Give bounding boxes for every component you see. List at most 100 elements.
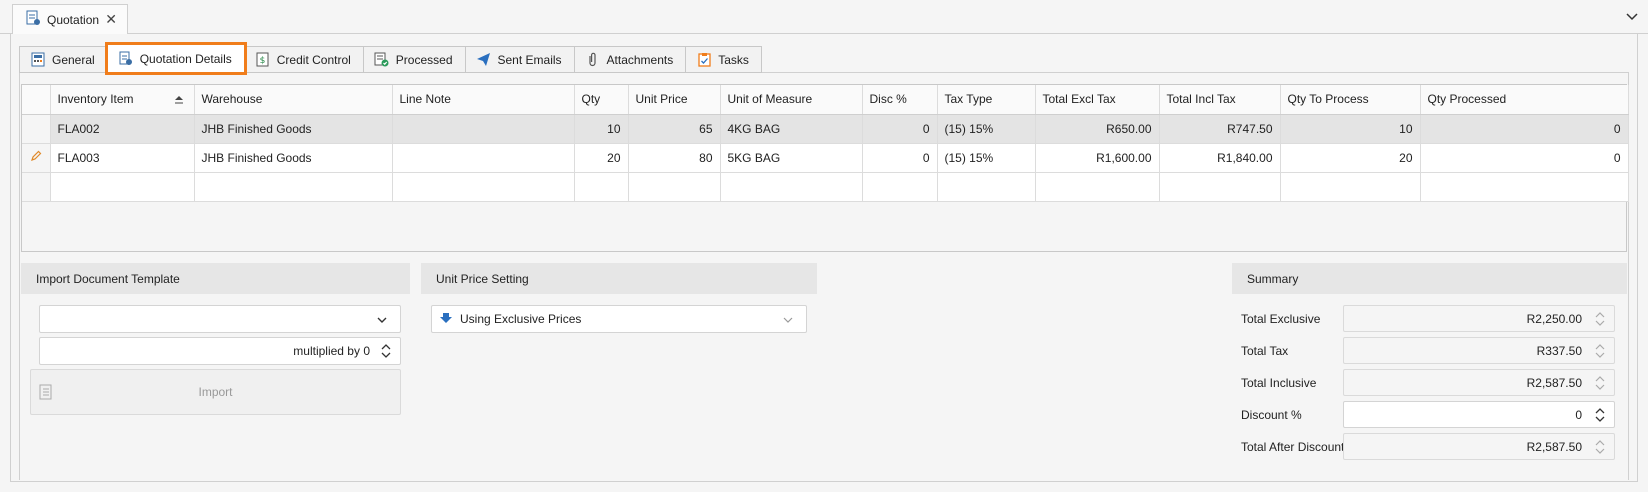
table-row[interactable]: FLA003 JHB Finished Goods 20 80 5KG BAG … (22, 143, 1629, 173)
cell-qty[interactable]: 10 (574, 114, 629, 144)
cell-line-note[interactable] (392, 114, 575, 144)
document-tab-bar: Quotation ✕ (0, 0, 1648, 34)
total-exclusive-value: R2,250.00 (1526, 311, 1582, 326)
cell-warehouse[interactable]: JHB Finished Goods (194, 143, 393, 173)
cell-disc[interactable]: 0 (862, 143, 938, 173)
spin-up-down-icon[interactable] (1594, 373, 1606, 393)
cell-warehouse[interactable]: JHB Finished Goods (194, 114, 393, 144)
quotation-lines-grid: Inventory Item Warehouse Line Note Qty U… (21, 84, 1629, 252)
cell-line-note[interactable] (392, 143, 575, 173)
new-row-cell[interactable] (1280, 172, 1421, 202)
summary-header: Summary (1232, 263, 1627, 294)
spin-up-down-icon[interactable] (380, 341, 392, 361)
column-header-qty[interactable]: Qty (574, 85, 629, 115)
spin-up-down-icon[interactable] (1594, 341, 1606, 361)
document-tab-label: Quotation (47, 12, 100, 27)
tab-sent-emails-label: Sent Emails (497, 52, 562, 67)
total-exclusive-field[interactable]: R2,250.00 (1343, 305, 1615, 332)
summary-label-total-after-discount: Total After Discount (1241, 440, 1345, 454)
cell-inventory-item[interactable]: FLA002 (50, 114, 195, 144)
import-template-dropdown[interactable] (39, 305, 401, 333)
chevron-down-icon[interactable] (782, 314, 794, 329)
tab-attachments[interactable]: Attachments (573, 46, 687, 73)
cell-disc[interactable]: 0 (862, 114, 938, 144)
cell-qty-to-process[interactable]: 20 (1280, 143, 1421, 173)
tab-tasks-label: Tasks (718, 52, 749, 67)
column-header-tax-type[interactable]: Tax Type (937, 85, 1036, 115)
cell-tax-type[interactable]: (15) 15% (937, 114, 1036, 144)
tab-general[interactable]: General (19, 46, 108, 73)
cell-qty-to-process[interactable]: 10 (1280, 114, 1421, 144)
cell-total-excl-tax[interactable]: R1,600.00 (1035, 143, 1160, 173)
tab-processed[interactable]: Processed (362, 46, 466, 73)
new-row-cell[interactable] (720, 172, 863, 202)
cell-qty-processed[interactable]: 0 (1420, 143, 1629, 173)
unit-price-setting-value: Using Exclusive Prices (460, 312, 582, 326)
new-row-cell[interactable] (392, 172, 575, 202)
cell-unit-of-measure[interactable]: 4KG BAG (720, 114, 863, 144)
cell-unit-of-measure[interactable]: 5KG BAG (720, 143, 863, 173)
discount-value: 0 (1575, 407, 1582, 422)
multiplier-spin-input[interactable]: multiplied by 0 (39, 337, 401, 365)
new-row-cell[interactable] (1420, 172, 1629, 202)
column-header-line-note[interactable]: Line Note (392, 85, 575, 115)
column-header-total-incl-tax[interactable]: Total Incl Tax (1159, 85, 1281, 115)
cell-qty[interactable]: 20 (574, 143, 629, 173)
new-row-cell[interactable] (50, 172, 195, 202)
new-row-cell[interactable] (1035, 172, 1160, 202)
cell-total-incl-tax[interactable]: R747.50 (1159, 114, 1281, 144)
cell-tax-type[interactable]: (15) 15% (937, 143, 1036, 173)
tab-quotation-details-label: Quotation Details (139, 51, 232, 66)
column-header-unit-of-measure[interactable]: Unit of Measure (720, 85, 863, 115)
column-header-inventory-item[interactable]: Inventory Item (50, 85, 195, 115)
document-tab-quotation[interactable]: Quotation ✕ (12, 4, 128, 34)
summary-label-total-inclusive: Total Inclusive (1241, 376, 1317, 390)
new-row-cell[interactable] (862, 172, 938, 202)
cell-unit-price[interactable]: 65 (628, 114, 721, 144)
total-after-discount-field[interactable]: R2,587.50 (1343, 433, 1615, 460)
new-row-cell[interactable] (937, 172, 1036, 202)
close-icon[interactable]: ✕ (105, 11, 117, 28)
import-list-icon (37, 384, 53, 403)
discount-spin-input[interactable]: 0 (1343, 401, 1615, 428)
tab-credit-control[interactable]: $ Credit Control (243, 46, 364, 73)
total-tax-field[interactable]: R337.50 (1343, 337, 1615, 364)
new-row-cell[interactable] (628, 172, 721, 202)
tab-quotation-details[interactable]: Quotation Details (104, 42, 247, 75)
total-inclusive-field[interactable]: R2,587.50 (1343, 369, 1615, 396)
column-header-warehouse[interactable]: Warehouse (194, 85, 393, 115)
new-row-cell[interactable] (574, 172, 629, 202)
new-row-cell[interactable] (1159, 172, 1281, 202)
import-button[interactable]: Import (30, 369, 401, 415)
clipboard-icon (696, 52, 712, 68)
spin-up-down-icon[interactable] (1594, 309, 1606, 329)
summary-label-total-exclusive: Total Exclusive (1241, 312, 1321, 326)
row-indicator-header (22, 85, 51, 115)
tab-processed-label: Processed (395, 52, 453, 67)
sort-ascending-icon (174, 94, 184, 108)
cell-total-incl-tax[interactable]: R1,840.00 (1159, 143, 1281, 173)
unit-price-setting-dropdown[interactable]: Using Exclusive Prices (431, 305, 807, 333)
new-row-cell[interactable] (194, 172, 393, 202)
chevron-down-icon[interactable] (1624, 8, 1640, 24)
cell-unit-price[interactable]: 80 (628, 143, 721, 173)
pencil-icon (30, 150, 42, 165)
new-item-row[interactable] (22, 172, 1629, 202)
spin-up-down-icon[interactable] (1594, 405, 1606, 425)
column-header-unit-price[interactable]: Unit Price (628, 85, 721, 115)
tab-tasks[interactable]: Tasks (685, 46, 762, 73)
tab-sent-emails[interactable]: Sent Emails (464, 46, 575, 73)
import-template-header: Import Document Template (21, 263, 410, 294)
import-button-label: Import (198, 385, 233, 399)
row-indicator (22, 172, 51, 202)
cell-qty-processed[interactable]: 0 (1420, 114, 1629, 144)
cell-inventory-item[interactable]: FLA003 (50, 143, 195, 173)
column-header-disc[interactable]: Disc % (862, 85, 938, 115)
table-row[interactable]: FLA002 JHB Finished Goods 10 65 4KG BAG … (22, 114, 1629, 144)
column-header-total-excl-tax[interactable]: Total Excl Tax (1035, 85, 1160, 115)
chevron-down-icon[interactable] (376, 314, 388, 329)
column-header-qty-processed[interactable]: Qty Processed (1420, 85, 1629, 115)
spin-up-down-icon[interactable] (1594, 437, 1606, 457)
column-header-qty-to-process[interactable]: Qty To Process (1280, 85, 1421, 115)
cell-total-excl-tax[interactable]: R650.00 (1035, 114, 1160, 144)
